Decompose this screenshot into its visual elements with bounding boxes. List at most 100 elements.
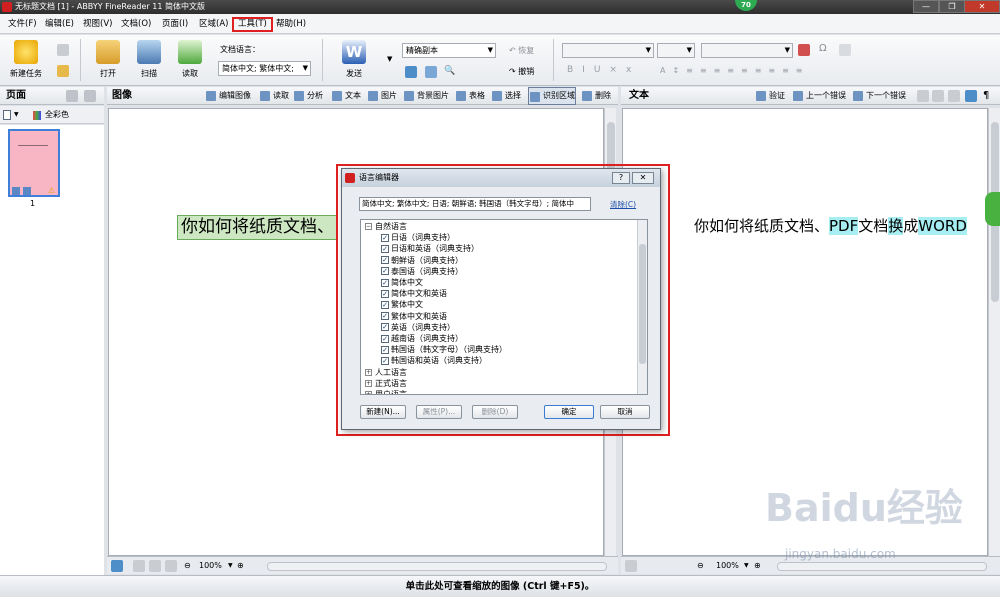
zoom-out-icon[interactable]: ⊖ — [697, 557, 704, 574]
mode-select[interactable]: 精确副本 ▼ — [402, 43, 496, 58]
page-up-icon[interactable] — [66, 90, 78, 102]
mascot-icon[interactable] — [985, 192, 1000, 226]
language-item[interactable]: ✓ 日语和英语（词典支持） — [381, 243, 479, 254]
properties-button[interactable]: 属性(P)... — [416, 405, 462, 419]
language-item[interactable]: ✓ 简体中文和英语 — [381, 288, 447, 299]
checkbox-checked[interactable]: ✓ — [381, 267, 389, 276]
language-item[interactable]: ✓ 简体中文 — [381, 277, 423, 288]
fit-height-icon[interactable] — [149, 560, 161, 572]
checkbox-checked[interactable]: ✓ — [381, 312, 389, 321]
tree-group[interactable]: + 人工语言 — [365, 367, 407, 378]
page-thumbnail[interactable]: ⚠ — [8, 129, 60, 197]
text-format-icons[interactable]: BIU×x — [567, 65, 640, 75]
language-item[interactable]: ✓ 韩国语（韩文字母）（词典支持） — [381, 344, 507, 355]
verify-tool[interactable]: 验证 — [755, 87, 785, 105]
page-down-icon[interactable] — [84, 90, 96, 102]
expand-icon[interactable]: + — [365, 379, 372, 387]
tree-group[interactable]: + 用户语言 — [365, 389, 407, 394]
chevron-down-icon[interactable]: ▼ — [744, 557, 749, 574]
recognized-text[interactable]: 你如何将纸质文档、PDF文档换成WORD — [694, 215, 967, 237]
paragraph-format-icons[interactable]: A↕≡≡≡≡≡≡≡≡≡ — [660, 66, 810, 75]
menu-help[interactable]: 帮助(H) — [272, 17, 310, 32]
view-mode-alt-icon[interactable] — [425, 66, 437, 78]
menu-view[interactable]: 视图(V) — [79, 17, 116, 32]
close-button[interactable]: ✕ — [964, 0, 1000, 13]
send-button[interactable]: W 发送 — [336, 37, 372, 83]
undo-button[interactable]: ↶ 恢复 — [509, 45, 534, 56]
folder-small-icon[interactable] — [57, 65, 69, 77]
checkbox-checked[interactable]: ✓ — [381, 289, 389, 298]
checkbox-checked[interactable]: ✓ — [381, 256, 389, 265]
checkbox-checked[interactable]: ✓ — [381, 356, 389, 365]
delete-tool[interactable]: 删除 — [581, 87, 611, 105]
scan-button[interactable]: 扫描 — [131, 37, 167, 83]
cut-icon[interactable] — [917, 90, 929, 102]
collapse-icon[interactable]: − — [365, 223, 372, 230]
view-mode-icon[interactable] — [405, 66, 417, 78]
actual-size-icon[interactable] — [165, 560, 177, 572]
copy-icon[interactable] — [932, 90, 944, 102]
text-view-icon[interactable] — [625, 560, 637, 572]
page-view-icon[interactable] — [3, 110, 11, 120]
expand-icon[interactable]: + — [365, 368, 372, 376]
new-language-button[interactable]: 新建(N)... — [360, 405, 406, 419]
text-area-tool[interactable]: 文本 — [331, 87, 361, 105]
checkbox-checked[interactable]: ✓ — [381, 233, 389, 242]
tree-group[interactable]: + 正式语言 — [365, 378, 407, 389]
scroll-thumb[interactable] — [639, 244, 646, 364]
delete-language-button[interactable]: 删除(D) — [472, 405, 518, 419]
tree-group-natural[interactable]: − 自然语言 — [365, 221, 407, 232]
selected-languages-field[interactable]: 简体中文; 繁体中文; 日语; 朝鲜语; 韩国语（韩文字母）; 简体中 — [359, 197, 591, 211]
chevron-down-icon[interactable]: ▼ — [14, 106, 19, 124]
open-button[interactable]: 打开 — [90, 37, 126, 83]
minimize-button[interactable]: — — [913, 0, 939, 13]
menu-file[interactable]: 文件(F) — [4, 17, 41, 32]
picture-area-tool[interactable]: 图片 — [367, 87, 397, 105]
zoom-out-icon[interactable]: ⊖ — [184, 557, 191, 574]
language-item[interactable]: ✓ 日语（词典支持） — [381, 232, 455, 243]
analyze-tool[interactable]: 分析 — [293, 87, 323, 105]
style-select[interactable]: ▼ — [701, 43, 793, 58]
next-error-tool[interactable]: 下一个错误 — [852, 87, 906, 105]
help-button[interactable]: ? — [612, 172, 630, 184]
font-size-select[interactable]: ▼ — [657, 43, 695, 58]
tree-scrollbar[interactable] — [637, 220, 647, 394]
menu-page[interactable]: 页面(I) — [158, 17, 192, 32]
language-item[interactable]: ✓ 英语（词典支持） — [381, 322, 455, 333]
redo-button[interactable]: ↷ 撤销 — [509, 66, 534, 77]
checkbox-checked[interactable]: ✓ — [381, 323, 389, 332]
background-picture-tool[interactable]: 背景图片 — [403, 87, 449, 105]
ok-button[interactable]: 确定 — [544, 405, 594, 419]
language-item[interactable]: ✓ 朝鲜语（词典支持） — [381, 255, 463, 266]
search-icon[interactable]: 🔍 — [444, 66, 455, 76]
expand-icon[interactable]: + — [365, 391, 372, 394]
checkbox-checked[interactable]: ✓ — [381, 345, 389, 354]
menu-document[interactable]: 文档(O) — [117, 17, 155, 32]
pilcrow-icon[interactable]: ¶ — [983, 87, 989, 105]
previous-error-tool[interactable]: 上一个错误 — [792, 87, 846, 105]
style-editor-icon[interactable] — [798, 44, 810, 56]
special-chars-icon[interactable] — [839, 44, 851, 56]
clear-link[interactable]: 清除(C) — [610, 199, 636, 210]
zoom-in-icon[interactable]: ⊕ — [754, 557, 761, 574]
dialog-close-button[interactable]: ✕ — [632, 172, 654, 184]
new-doc-icon[interactable] — [57, 44, 69, 56]
highlight-icon[interactable] — [965, 90, 977, 102]
new-task-button[interactable]: 新建任务 — [6, 37, 46, 83]
fit-width-icon[interactable] — [111, 560, 123, 572]
language-item[interactable]: ✓ 韩国语和英语（词典支持） — [381, 355, 487, 366]
send-dropdown-icon[interactable]: ▼ — [387, 55, 392, 63]
read-tool[interactable]: 读取 — [259, 87, 289, 105]
recognized-text-area[interactable]: 你如何将纸质文档、 — [177, 215, 338, 240]
omega-icon[interactable]: Ω — [819, 43, 827, 54]
language-item[interactable]: ✓ 越南语（词典支持） — [381, 333, 463, 344]
language-item[interactable]: ✓ 繁体中文和英语 — [381, 311, 447, 322]
language-tree[interactable]: − 自然语言 ✓ 日语（词典支持） ✓ 日语和英语（词典支持） ✓ 朝鲜语（词典支持） ✓ 泰国语… — [360, 219, 648, 395]
maximize-button[interactable]: ❐ — [939, 0, 965, 13]
recognition-area-tool[interactable]: 识别区域 — [528, 87, 576, 105]
table-area-tool[interactable]: 表格 — [455, 87, 485, 105]
language-item[interactable]: ✓ 繁体中文 — [381, 299, 423, 310]
zoom-in-icon[interactable]: ⊕ — [237, 557, 244, 574]
fit-page-icon[interactable] — [133, 560, 145, 572]
checkbox-checked[interactable]: ✓ — [381, 244, 389, 253]
